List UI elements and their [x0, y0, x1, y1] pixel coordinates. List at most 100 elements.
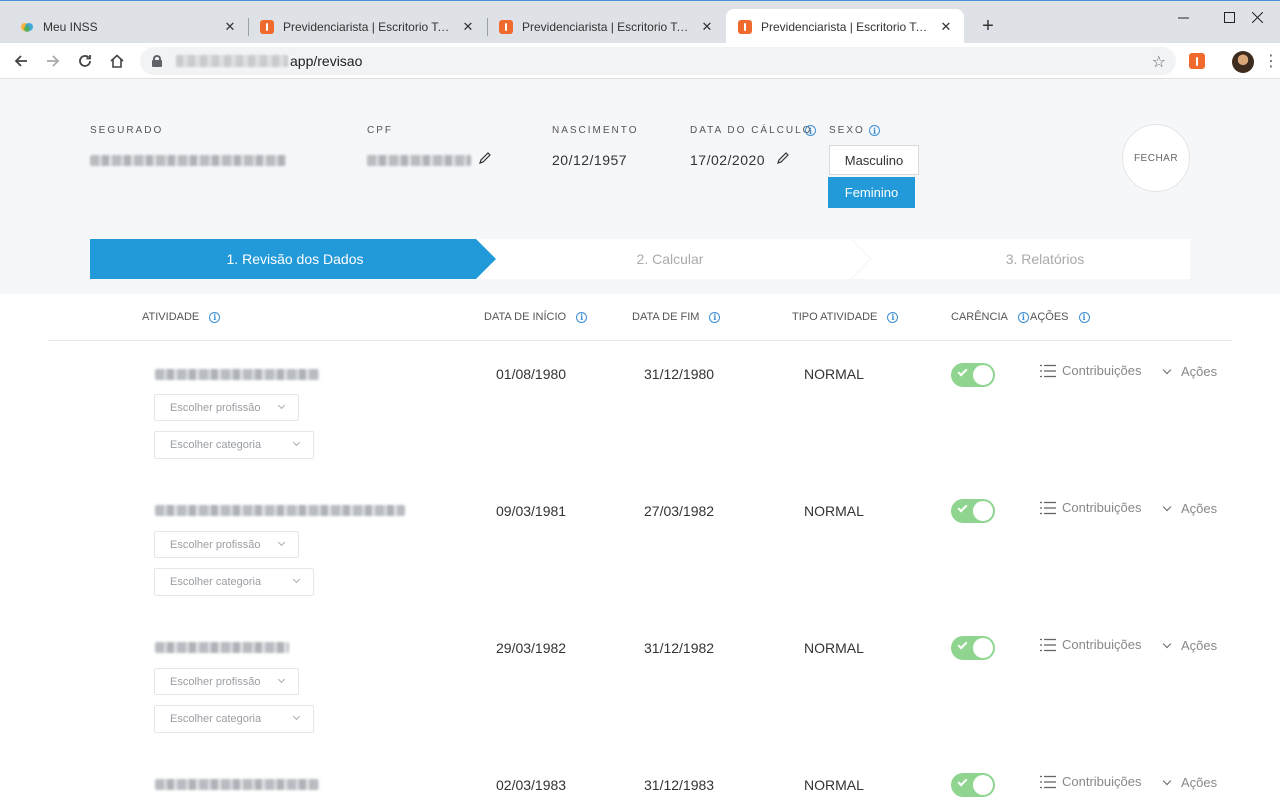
data-calculo-info-icon[interactable]: i — [805, 125, 816, 136]
step-relatorios[interactable]: 3. Relatórios — [850, 239, 1240, 279]
col-data-fim-header: DATA DE FIM i — [632, 311, 721, 323]
chevron-down-icon — [277, 675, 286, 684]
url-host-redacted — [176, 55, 288, 67]
categoria-select[interactable]: Escolher categoria — [154, 705, 314, 733]
data-fim-cell: 31/12/1980 — [644, 366, 715, 382]
data-inicio-cell: 01/08/1980 — [496, 366, 567, 382]
previdenciarista-favicon-icon — [499, 19, 513, 34]
data-fim-cell: 27/03/1982 — [644, 503, 715, 519]
chevron-down-icon — [1162, 365, 1172, 374]
insured-header: SEGURADO CPF NASCIMENTO 20/12/1957 DATA … — [0, 79, 1280, 294]
data-inicio-cell: 09/03/1981 — [496, 503, 567, 519]
chevron-down-icon — [277, 401, 286, 410]
chevron-down-icon — [1162, 776, 1172, 785]
segurado-label: SEGURADO — [90, 125, 164, 136]
sexo-masculino-button[interactable]: Masculino — [829, 145, 919, 175]
acoes-menu-button[interactable]: Ações — [1162, 775, 1217, 790]
chevron-down-icon — [1162, 502, 1172, 511]
acoes-menu-button[interactable]: Ações — [1162, 501, 1217, 516]
step-calcular[interactable]: 2. Calcular — [470, 239, 870, 279]
col-acoes-header: AÇÕES i — [1030, 311, 1090, 323]
cpf-value-redacted — [367, 153, 471, 169]
tipo-atividade-cell: NORMAL — [804, 777, 864, 793]
close-tab-icon[interactable]: ✕ — [460, 19, 476, 35]
url-path: app/revisao — [290, 53, 363, 69]
minimize-icon[interactable] — [1160, 3, 1206, 31]
acoes-menu-button[interactable]: Ações — [1162, 638, 1217, 653]
carencia-toggle[interactable] — [951, 499, 995, 523]
profile-avatar[interactable] — [1232, 51, 1254, 73]
data-inicio-cell: 29/03/1982 — [496, 640, 567, 656]
sexo-label: SEXO — [829, 125, 865, 136]
list-icon — [1040, 501, 1056, 514]
tab-title: Meu INSS — [43, 19, 98, 34]
info-icon[interactable]: i — [209, 311, 221, 323]
close-tab-icon[interactable]: ✕ — [938, 19, 954, 35]
browser-tab-bar: Meu INSS ✕ Previdenciarista | Escritorio… — [0, 0, 1280, 44]
tab-meu-inss[interactable]: Meu INSS ✕ — [8, 9, 248, 44]
profissao-select[interactable]: Escolher profissão — [154, 531, 299, 558]
data-fim-cell: 31/12/1983 — [644, 777, 715, 793]
list-icon — [1040, 775, 1056, 788]
chevron-down-icon — [1162, 639, 1172, 648]
edit-data-calculo-pencil-icon[interactable] — [776, 151, 790, 165]
profissao-select[interactable]: Escolher profissão — [154, 668, 299, 695]
list-icon — [1040, 638, 1056, 651]
close-window-icon[interactable] — [1234, 3, 1280, 31]
forward-arrow-icon[interactable] — [40, 48, 66, 74]
browser-toolbar: app/revisao ☆ ⋮ — [0, 43, 1280, 79]
sexo-feminino-button[interactable]: Feminino — [828, 177, 915, 208]
data-calculo-label: DATA DO CÁLCULO — [690, 125, 813, 136]
reload-icon[interactable] — [72, 48, 98, 74]
info-icon[interactable]: i — [1017, 311, 1029, 323]
step-revisao-dados[interactable]: 1. Revisão dos Dados — [90, 239, 500, 279]
col-tipo-atividade-header: TIPO ATIVIDADE i — [792, 311, 899, 323]
address-bar[interactable]: app/revisao ☆ — [140, 47, 1176, 75]
sexo-info-icon[interactable]: i — [869, 125, 880, 136]
acoes-menu-button[interactable]: Ações — [1162, 364, 1217, 379]
activity-name-redacted — [155, 777, 319, 795]
contribuicoes-button[interactable]: Contribuições — [1040, 637, 1142, 652]
inss-favicon-icon — [20, 20, 34, 34]
info-icon[interactable]: i — [576, 311, 588, 323]
edit-cpf-pencil-icon[interactable] — [478, 151, 492, 165]
data-fim-cell: 31/12/1982 — [644, 640, 715, 656]
tab-title: Previdenciarista | Escritorio Teste — [283, 19, 454, 34]
categoria-select[interactable]: Escolher categoria — [154, 431, 314, 459]
info-icon[interactable]: i — [709, 311, 721, 323]
carencia-toggle[interactable] — [951, 636, 995, 660]
contribuicoes-button[interactable]: Contribuições — [1040, 774, 1142, 789]
nascimento-value: 20/12/1957 — [552, 152, 628, 168]
carencia-toggle[interactable] — [951, 363, 995, 387]
data-inicio-cell: 02/03/1983 — [496, 777, 567, 793]
info-icon[interactable]: i — [887, 311, 899, 323]
carencia-toggle[interactable] — [951, 773, 995, 797]
tab-previdenciarista-active[interactable]: Previdenciarista | Escritorio Teste ✕ — [726, 9, 964, 44]
new-tab-plus-icon[interactable]: + — [978, 15, 998, 37]
back-arrow-icon[interactable] — [8, 48, 34, 74]
close-tab-icon[interactable]: ✕ — [222, 19, 238, 35]
contribuicoes-button[interactable]: Contribuições — [1040, 500, 1142, 515]
previdenciarista-favicon-icon — [738, 19, 752, 34]
previdenciarista-extension-icon[interactable] — [1189, 53, 1205, 69]
cpf-label: CPF — [367, 125, 393, 136]
tab-previdenciarista-1[interactable]: Previdenciarista | Escritorio Teste ✕ — [248, 9, 486, 44]
profissao-select[interactable]: Escolher profissão — [154, 394, 299, 421]
activity-name-redacted — [155, 367, 319, 385]
data-calculo-value: 17/02/2020 — [690, 152, 766, 168]
tab-previdenciarista-2[interactable]: Previdenciarista | Escritorio Teste ✕ — [487, 9, 725, 44]
close-tab-icon[interactable]: ✕ — [699, 19, 715, 35]
browser-menu-icon[interactable]: ⋮ — [1263, 49, 1279, 73]
fechar-button[interactable]: FECHAR — [1122, 124, 1190, 192]
tipo-atividade-cell: NORMAL — [804, 503, 864, 519]
lock-icon — [152, 55, 162, 67]
progress-stepper: 1. Revisão dos Dados 2. Calcular 3. Rela… — [90, 239, 1190, 279]
contribuicoes-button[interactable]: Contribuições — [1040, 363, 1142, 378]
info-icon[interactable]: i — [1078, 311, 1090, 323]
categoria-select[interactable]: Escolher categoria — [154, 568, 314, 596]
chevron-down-icon — [292, 575, 301, 584]
tab-title: Previdenciarista | Escritorio Teste — [761, 19, 932, 34]
home-icon[interactable] — [104, 48, 130, 74]
bookmark-star-icon[interactable]: ☆ — [1152, 52, 1166, 72]
nascimento-label: NASCIMENTO — [552, 125, 639, 136]
